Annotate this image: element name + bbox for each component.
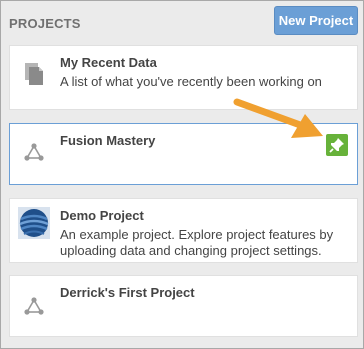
project-nodes-icon: [18, 290, 50, 322]
project-nodes-icon: [18, 136, 50, 168]
project-description: A list of what you've recently been work…: [60, 74, 322, 89]
project-title: Derrick's First Project: [60, 285, 195, 300]
new-project-button[interactable]: New Project: [274, 6, 358, 35]
projects-panel: PROJECTS New Project My Recent Data A li…: [0, 0, 364, 349]
annotation-arrow-icon: [233, 98, 323, 138]
globe-thumbnail-icon: [18, 207, 50, 239]
project-description: An example project. Explore project feat…: [60, 227, 334, 258]
project-title: Fusion Mastery: [60, 133, 156, 148]
project-title: Demo Project: [60, 208, 144, 223]
project-card-demo-project[interactable]: Demo Project An example project. Explore…: [9, 198, 358, 263]
project-card-derricks-first-project[interactable]: Derrick's First Project: [9, 275, 358, 337]
panel-title: PROJECTS: [9, 16, 81, 31]
project-title: My Recent Data: [60, 55, 157, 70]
documents-icon: [18, 58, 50, 90]
